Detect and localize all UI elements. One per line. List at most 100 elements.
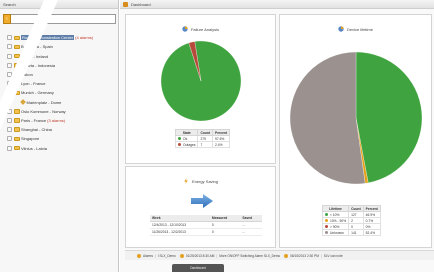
expand-icon[interactable] <box>7 81 12 87</box>
week-cell: 12/4/2013 - 12/10/2013 <box>150 221 210 229</box>
state-label: Outages <box>183 142 196 147</box>
tree-item[interactable]: Paris - France (3 alarms) <box>7 117 117 125</box>
tree-item-label: Barcelona - Spain <box>21 44 53 50</box>
folder-icon <box>13 53 20 59</box>
tree-item-label: Singapore <box>21 136 40 142</box>
status-item[interactable]: I SLX_Demo <box>158 254 176 258</box>
tree-item[interactable]: Shanghai - China <box>7 126 117 134</box>
dashboard-icon <box>123 1 128 7</box>
tree-item[interactable]: Root - Demonstration Center (4 alarms) <box>7 34 117 42</box>
tree-item-label: Dublin - Ireland <box>21 53 49 59</box>
folder-icon <box>13 63 20 68</box>
pie-chart-icon <box>182 26 188 32</box>
lifetime-pie-slice-10 <box>355 51 423 184</box>
tree-item[interactable]: Dublin - Ireland <box>7 52 117 60</box>
measured-cell: 0 <box>209 221 241 229</box>
tree-item-label: Shanghai - China <box>21 127 52 133</box>
legend-swatch <box>325 231 328 235</box>
expand-icon[interactable] <box>7 44 12 50</box>
folder-icon <box>13 90 20 96</box>
tree-item-label: Marienplatz - Dome <box>26 99 62 105</box>
separator: | <box>154 253 156 258</box>
expand-icon[interactable] <box>7 145 12 151</box>
status-item[interactable]: SLV can note <box>324 254 343 258</box>
dashboard-panel: Dashboard Failure Analysis State Count Per… <box>120 0 434 272</box>
left-panel: Search ‹ Root - Demonstration Center (4 a… <box>0 0 119 272</box>
state-cell: Outages <box>174 141 199 148</box>
folder-icon <box>13 72 20 77</box>
tree-item[interactable]: Singapore <box>7 135 117 143</box>
device-lifetime-widget: Device lifetime Lifetime Count Percent < 1… <box>279 14 432 248</box>
failure-pie-chart <box>160 40 242 122</box>
status-item[interactable]: 08/15/2013 2:30 PM <box>290 254 319 258</box>
failure-table: State Count Percent Ok 279 97.6% Outages 7 2.4% <box>174 129 231 148</box>
tree-item-label: Paris - France <box>21 117 47 123</box>
lifetime-cell: Unknown <box>321 229 350 236</box>
legend-swatch <box>178 137 181 141</box>
count-cell: 141 <box>348 229 364 236</box>
tree-item[interactable]: Lisbon <box>7 71 117 79</box>
folder-icon <box>13 145 20 151</box>
expand-icon[interactable] <box>7 72 12 77</box>
tree-item[interactable]: Oslo Kommune - Norway <box>7 108 117 116</box>
expand-icon[interactable] <box>7 62 12 68</box>
lifetime-label: Unknown <box>330 230 344 235</box>
tree-item-label: Oslo Kommune - Norway <box>21 108 66 114</box>
expand-icon[interactable] <box>7 117 12 123</box>
lifetime-label: > 90% <box>330 224 340 229</box>
energy-saving-header: Energy Saving <box>126 177 275 185</box>
legend-swatch <box>325 213 328 217</box>
search-input[interactable] <box>11 14 116 24</box>
status-item[interactable]: More ON/OFF Switching Alarm SLX_Demo <box>219 254 280 258</box>
folder-icon <box>13 136 20 142</box>
expand-icon[interactable] <box>7 53 12 59</box>
measured-cell: 0 <box>209 228 241 236</box>
folder-icon <box>13 35 20 40</box>
percent-cell: 52.4% <box>362 229 381 236</box>
table-row: 12/4/2013 - 12/10/2013 0... <box>150 221 262 229</box>
energy-table: Week Measured Saved 12/4/2013 - 12/10/2013… <box>150 215 262 236</box>
left-panel-title: Search <box>0 0 118 9</box>
status-item[interactable]: 01/25/2013 8:30 AM <box>186 254 215 258</box>
legend-swatch <box>325 225 328 229</box>
state-label: Ok <box>183 136 188 141</box>
expand-icon[interactable] <box>7 108 12 114</box>
pie-chart-icon <box>338 26 344 32</box>
expand-icon[interactable] <box>7 35 12 41</box>
saved-cell: ... <box>240 221 262 229</box>
energy-saving-title: Energy Saving <box>191 178 218 184</box>
folder-icon <box>13 118 20 123</box>
expand-icon[interactable] <box>7 127 12 133</box>
tree-item[interactable]: Lyon - France <box>7 80 117 88</box>
tree-item[interactable]: Munich - Germany <box>7 89 117 97</box>
saved-cell: ... <box>240 228 262 236</box>
alarm-count: (4 alarms) <box>75 35 94 41</box>
legend-swatch <box>325 219 328 223</box>
alarm-count: (3 alarms) <box>47 117 66 123</box>
tree-item-label: Vilnius - Latvia <box>21 145 47 151</box>
collapse-icon[interactable]: ‹ <box>3 14 11 24</box>
device-lifetime-pie-chart <box>289 51 423 185</box>
arrow-right-icon <box>191 194 213 208</box>
device-tree: Root - Demonstration Center (4 alarms) Bar… <box>7 34 117 153</box>
device-lifetime-header: Device lifetime <box>280 25 431 33</box>
tree-item[interactable]: Marienplatz - Dome <box>7 98 117 106</box>
bottom-tab[interactable]: Dashboard <box>172 264 224 272</box>
device-icon <box>20 99 26 105</box>
device-lifetime-title: Device lifetime <box>346 26 373 32</box>
lifetime-label: < 10% <box>330 212 340 217</box>
dashboard-title: Dashboard <box>131 1 151 7</box>
tree-item[interactable]: Vilnius - Latvia <box>7 144 117 152</box>
tree-item[interactable]: Jakarta - Indonesia <box>7 62 117 70</box>
table-row: 11/26/2013 - 12/2/2013 0... <box>150 228 262 236</box>
expand-icon[interactable] <box>7 136 12 142</box>
folder-icon <box>13 109 20 114</box>
tree-item[interactable]: Barcelona - Spain <box>7 43 117 51</box>
alarm-icon <box>179 253 184 258</box>
alarm-icon <box>284 253 289 258</box>
expand-icon[interactable] <box>7 90 12 96</box>
folder-icon <box>13 127 20 132</box>
tree-item-label: Lisbon <box>21 72 33 77</box>
search-bar: ‹ <box>3 14 116 24</box>
status-item[interactable]: Alarms <box>143 254 153 258</box>
